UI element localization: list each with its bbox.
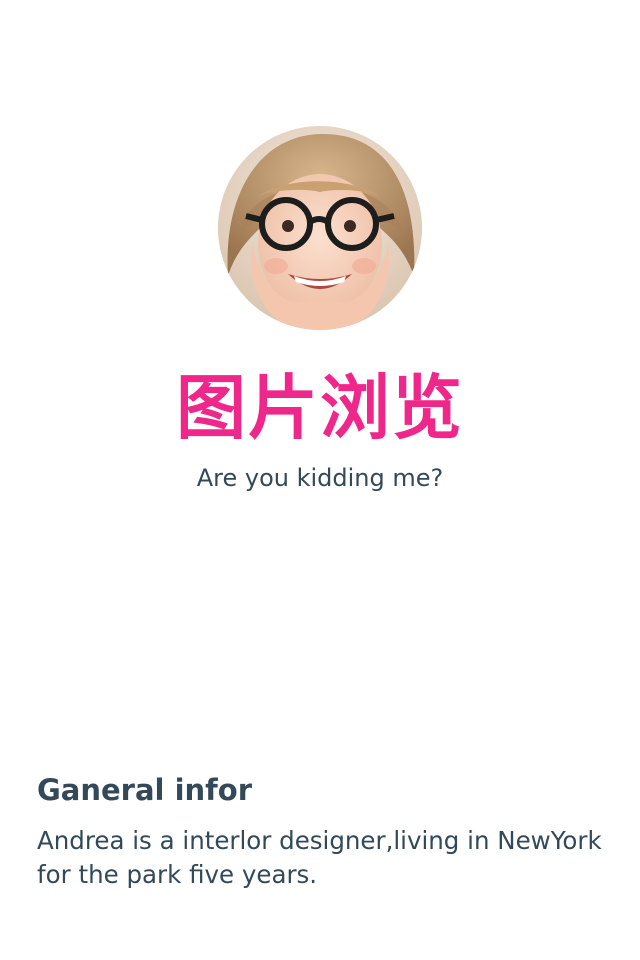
general-info-body: Andrea is a interlor designer,living in …	[37, 826, 602, 889]
avatar	[218, 126, 422, 330]
general-info-heading: Ganeral infor	[37, 773, 253, 807]
general-info-section: Ganeral infor Andrea is a interlor desig…	[37, 770, 617, 892]
page-subtitle: Are you kidding me?	[196, 464, 444, 492]
avatar-photo	[218, 126, 422, 330]
page-title: 图片浏览	[176, 367, 464, 449]
